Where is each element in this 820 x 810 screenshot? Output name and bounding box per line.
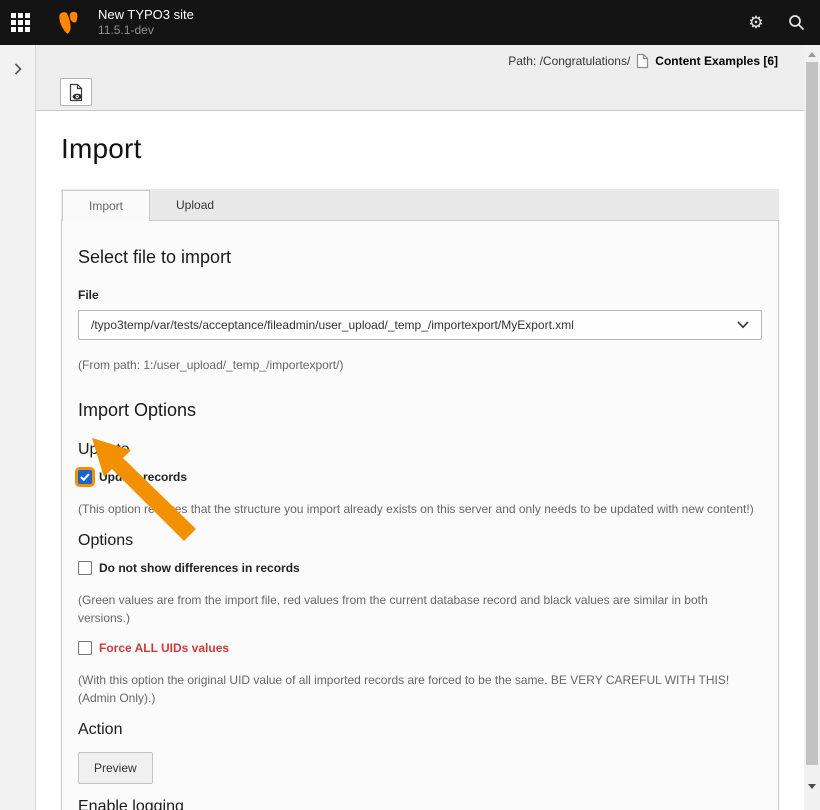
checkmark-icon bbox=[80, 473, 90, 481]
breadcrumb: Path: /Congratulations/ Content Examples… bbox=[508, 53, 778, 69]
gear-icon: ⚙ bbox=[748, 14, 763, 31]
tab-bar: Import Upload bbox=[61, 189, 779, 220]
update-note: (This option requires that the structure… bbox=[78, 500, 762, 518]
import-tab-panel: Select file to import File /typo3temp/va… bbox=[61, 220, 779, 810]
site-title: New TYPO3 site bbox=[98, 7, 194, 23]
force-uid-checkbox[interactable] bbox=[78, 641, 92, 655]
force-uid-note: (With this option the original UID value… bbox=[78, 671, 762, 707]
modules-grid-icon bbox=[11, 13, 30, 32]
search-button[interactable] bbox=[776, 0, 816, 45]
from-path-note: (From path: 1:/user_upload/_temp_/import… bbox=[78, 356, 762, 374]
typo3-logo-icon bbox=[53, 8, 83, 38]
expand-tree-button[interactable] bbox=[0, 51, 36, 87]
no-diff-label: Do not show differences in records bbox=[99, 561, 300, 575]
site-version: 11.5.1-dev bbox=[98, 23, 194, 38]
action-heading: Action bbox=[78, 721, 762, 739]
doc-header: Path: /Congratulations/ Content Examples… bbox=[36, 45, 804, 111]
triangle-down-icon bbox=[808, 784, 816, 789]
page-tree-rail bbox=[0, 45, 36, 810]
import-tabs-region: Import Upload Select file to import File… bbox=[61, 189, 779, 810]
page-icon bbox=[636, 53, 649, 69]
triangle-up-icon bbox=[808, 52, 816, 57]
typo3-logo[interactable] bbox=[52, 7, 84, 39]
scroll-up-button[interactable] bbox=[804, 47, 820, 61]
update-records-checkbox[interactable] bbox=[78, 470, 92, 484]
document-view-icon bbox=[68, 83, 84, 102]
page-title: Import bbox=[61, 133, 804, 165]
select-file-heading: Select file to import bbox=[78, 247, 762, 268]
file-label: File bbox=[78, 288, 762, 302]
file-select-value: /typo3temp/var/tests/acceptance/fileadmi… bbox=[91, 318, 737, 332]
top-bar: New TYPO3 site 11.5.1-dev ⚙ bbox=[0, 0, 820, 45]
update-heading: Update bbox=[78, 441, 762, 459]
diff-note: (Green values are from the import file, … bbox=[78, 591, 762, 627]
preview-button[interactable]: Preview bbox=[78, 752, 153, 784]
module-body: Import Import Upload Select file to impo… bbox=[36, 111, 804, 810]
force-uid-checkbox-row[interactable]: Force ALL UIDs values bbox=[78, 641, 762, 655]
options-heading: Options bbox=[78, 532, 762, 550]
scroll-down-button[interactable] bbox=[804, 779, 820, 793]
import-options-heading: Import Options bbox=[78, 400, 762, 421]
breadcrumb-page-title: Content Examples [6] bbox=[655, 54, 778, 68]
breadcrumb-path: Path: /Congratulations/ bbox=[508, 54, 630, 68]
no-diff-checkbox[interactable] bbox=[78, 561, 92, 575]
tab-upload[interactable]: Upload bbox=[150, 190, 240, 220]
search-icon bbox=[788, 14, 805, 31]
typo3-backend: New TYPO3 site 11.5.1-dev ⚙ Path: /Congr… bbox=[0, 0, 820, 810]
file-select[interactable]: /typo3temp/var/tests/acceptance/fileadmi… bbox=[78, 310, 762, 340]
tab-import[interactable]: Import bbox=[62, 190, 150, 221]
settings-button[interactable]: ⚙ bbox=[736, 0, 776, 45]
vertical-scrollbar[interactable] bbox=[804, 45, 820, 810]
site-meta: New TYPO3 site 11.5.1-dev bbox=[98, 7, 194, 38]
update-records-checkbox-row[interactable]: Update records bbox=[78, 470, 762, 484]
scrollbar-thumb[interactable] bbox=[806, 62, 818, 765]
chevron-down-icon bbox=[737, 321, 749, 329]
enable-logging-heading: Enable logging bbox=[78, 798, 762, 810]
update-records-label: Update records bbox=[99, 470, 187, 484]
no-diff-checkbox-row[interactable]: Do not show differences in records bbox=[78, 561, 762, 575]
force-uid-label: Force ALL UIDs values bbox=[99, 641, 229, 655]
module-menu-button[interactable] bbox=[0, 0, 40, 45]
view-page-button[interactable] bbox=[60, 78, 92, 106]
chevron-right-icon bbox=[14, 63, 22, 75]
